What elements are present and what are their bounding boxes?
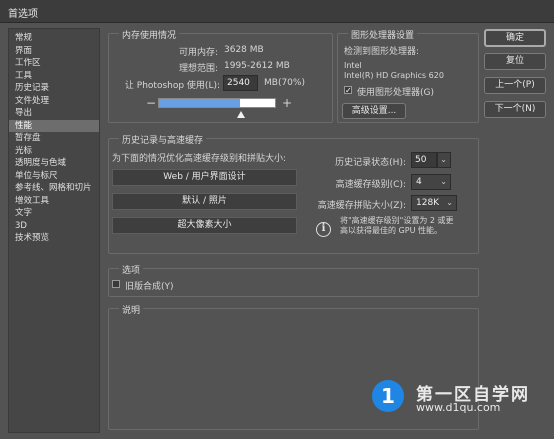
sidebar-item[interactable]: 技术预览: [9, 232, 99, 245]
tile-size-value: 128K: [416, 198, 440, 208]
sidebar-item[interactable]: 导出: [9, 107, 99, 120]
memory-slider[interactable]: [158, 98, 276, 108]
info-icon: i: [316, 222, 331, 237]
sidebar-item[interactable]: 单位与标尺: [9, 170, 99, 183]
sidebar-item[interactable]: 工具: [9, 70, 99, 83]
history-cache-title: 历史记录与高速缓存: [119, 133, 207, 146]
memory-amount-input[interactable]: 2540: [223, 75, 258, 91]
increase-memory-button[interactable]: +: [282, 96, 292, 110]
use-gpu-label[interactable]: 使用图形处理器(G): [357, 85, 434, 98]
ideal-range-value: 1995-2612 MB: [224, 61, 290, 71]
ok-button[interactable]: 确定: [484, 29, 546, 47]
chevron-down-icon: ⌄: [440, 177, 447, 186]
gpu-model: Intel(R) HD Graphics 620: [344, 71, 444, 80]
memory-unit-label: MB(70%): [264, 78, 305, 88]
gpu-note-line2: 高以获得最佳的 GPU 性能。: [340, 226, 442, 235]
gpu-detected-label: 检测到图形处理器:: [344, 47, 420, 57]
previous-button[interactable]: 上一个(P): [484, 77, 546, 94]
chevron-down-icon: ⌄: [440, 155, 447, 164]
next-button[interactable]: 下一个(N): [484, 101, 546, 118]
decrease-memory-button[interactable]: −: [146, 96, 156, 110]
sidebar-item[interactable]: 常规: [9, 32, 99, 45]
cache-levels-label: 高速缓存级别(C):: [335, 180, 406, 190]
history-states-label: 历史记录状态(H):: [335, 158, 406, 168]
sidebar-item[interactable]: 透明度与色域: [9, 157, 99, 170]
reset-button[interactable]: 复位: [484, 53, 546, 70]
sidebar-item[interactable]: 3D: [9, 220, 99, 233]
memory-slider-fill: [159, 99, 241, 107]
ideal-range-label: 理想范围:: [178, 64, 218, 74]
memory-slider-handle[interactable]: [236, 111, 245, 118]
sidebar-item[interactable]: 性能: [9, 119, 99, 132]
preferences-sidebar: 常规 界面 工作区 工具 历史记录 文件处理 导出 性能 暂存盘 光标 透明度与色域 单位与标尺 参考线…: [8, 28, 100, 433]
sidebar-item[interactable]: 光标: [9, 145, 99, 158]
optimize-cache-label: 为下面的情况优化高速缓存级别和拼贴大小:: [112, 154, 287, 164]
legacy-compositing-checkbox[interactable]: [112, 280, 120, 288]
gpu-vendor: Intel: [344, 61, 362, 70]
cache-levels-value: 4: [416, 177, 422, 187]
sidebar-item[interactable]: 文字: [9, 207, 99, 220]
sidebar-item[interactable]: 参考线、网格和切片: [9, 182, 99, 195]
cache-levels-dropdown[interactable]: 4 ⌄: [411, 174, 451, 190]
history-states-input[interactable]: 50: [411, 152, 437, 168]
photoshop-use-label: 让 Photoshop 使用(L):: [124, 81, 220, 91]
sidebar-item[interactable]: 历史记录: [9, 82, 99, 95]
use-gpu-checkbox[interactable]: ✓: [344, 86, 352, 95]
huge-pixel-size-button[interactable]: 超大像素大小: [112, 217, 297, 234]
sidebar-item[interactable]: 工作区: [9, 57, 99, 70]
legacy-compositing-label[interactable]: 旧版合成(Y): [125, 279, 174, 292]
sidebar-item[interactable]: 增效工具: [9, 195, 99, 208]
description-title: 说明: [119, 303, 144, 316]
title-bar: 首选项: [0, 0, 554, 23]
memory-usage-title: 内存使用情况: [119, 28, 180, 41]
sidebar-item[interactable]: 文件处理: [9, 95, 99, 108]
sidebar-item[interactable]: 界面: [9, 45, 99, 58]
tile-size-label: 高速缓存拼贴大小(Z):: [317, 201, 406, 211]
advanced-settings-button[interactable]: 高级设置...: [342, 103, 406, 119]
watermark-url: www.d1qu.com: [416, 401, 501, 414]
available-memory-label: 可用内存:: [178, 48, 218, 58]
default-photos-button[interactable]: 默认 / 照片: [112, 193, 297, 210]
history-states-dropdown[interactable]: ⌄: [437, 152, 451, 168]
chevron-down-icon: ⌄: [446, 198, 453, 207]
options-title: 选项: [119, 263, 144, 276]
gpu-settings-title: 图形处理器设置: [348, 28, 418, 41]
tile-size-dropdown[interactable]: 128K ⌄: [411, 195, 457, 211]
web-ui-design-button[interactable]: Web / 用户界面设计: [112, 169, 297, 186]
window-title: 首选项: [8, 9, 38, 20]
d1qu-logo-icon: 1: [372, 380, 404, 412]
available-memory-value: 3628 MB: [224, 45, 264, 55]
sidebar-item[interactable]: 暂存盘: [9, 132, 99, 145]
